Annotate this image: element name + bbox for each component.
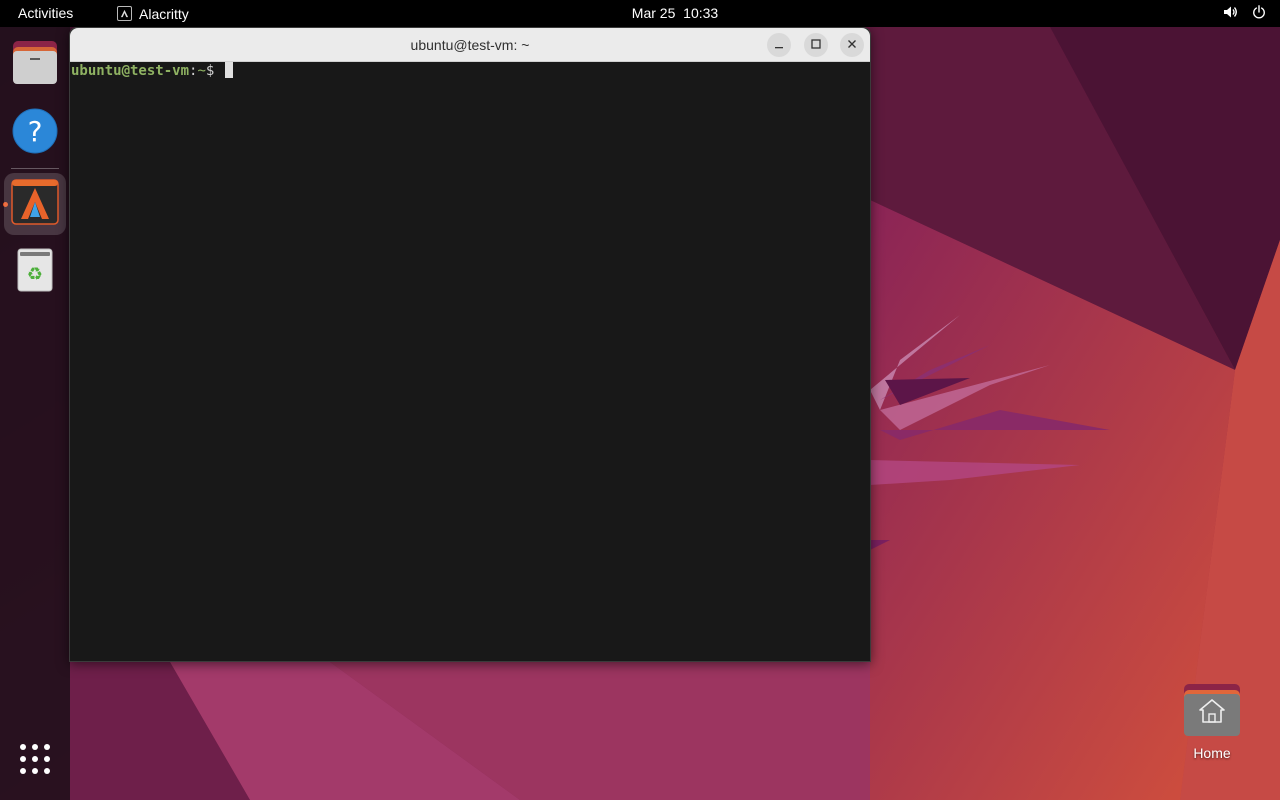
trash-icon: ♻ xyxy=(16,247,54,298)
alacritty-small-icon xyxy=(117,6,132,21)
minimize-button[interactable] xyxy=(767,33,791,57)
minimize-icon xyxy=(774,36,784,54)
clock-button[interactable]: Mar 25 10:33 xyxy=(632,5,718,21)
clock-time: 10:33 xyxy=(683,5,719,21)
window-titlebar[interactable]: ubuntu@test-vm: ~ xyxy=(70,28,870,62)
svg-text:♻: ♻ xyxy=(27,264,43,285)
system-tray[interactable] xyxy=(1222,0,1266,27)
svg-text:?: ? xyxy=(28,115,43,148)
dock: ? ♻ xyxy=(0,27,70,800)
dock-item-help[interactable]: ? xyxy=(4,102,66,164)
prompt-line: ubuntu@test-vm:~$ xyxy=(71,62,869,80)
activities-button[interactable]: Activities xyxy=(18,0,73,27)
prompt-symbol: $ xyxy=(205,63,223,79)
desktop-home-icon[interactable]: Home xyxy=(1176,682,1248,768)
dock-separator xyxy=(11,168,59,169)
app-menu-button[interactable]: Alacritty xyxy=(117,0,189,27)
alacritty-icon xyxy=(11,178,59,230)
show-apps-button[interactable] xyxy=(4,730,66,792)
home-label: Home xyxy=(1193,745,1231,761)
close-icon xyxy=(847,36,857,54)
clock: Mar 25 10:33 xyxy=(0,0,1280,27)
dock-item-alacritty[interactable] xyxy=(4,173,66,235)
prompt-user: ubuntu@test-vm xyxy=(71,63,190,79)
folder-icon xyxy=(11,39,59,90)
grid-icon xyxy=(19,743,51,780)
app-menu-label: Alacritty xyxy=(139,5,189,22)
volume-icon xyxy=(1222,4,1238,23)
maximize-icon xyxy=(811,36,821,54)
terminal-content[interactable]: ubuntu@test-vm:~$ xyxy=(71,62,869,660)
top-bar: Activities Alacritty Mar 25 10:33 xyxy=(0,0,1280,27)
help-icon: ? xyxy=(12,108,58,159)
power-icon xyxy=(1252,5,1266,22)
prompt-path: ~ xyxy=(197,63,206,79)
text-cursor xyxy=(224,62,233,78)
terminal-window: ubuntu@test-vm: ~ ubuntu@test-vm:~$ xyxy=(69,27,871,662)
dock-item-trash[interactable]: ♻ xyxy=(4,241,66,303)
home-folder-icon xyxy=(1184,682,1240,741)
dock-item-files[interactable] xyxy=(4,33,66,95)
maximize-button[interactable] xyxy=(804,33,828,57)
clock-date: Mar 25 xyxy=(631,5,676,21)
close-button[interactable] xyxy=(840,33,864,57)
window-title: ubuntu@test-vm: ~ xyxy=(410,37,530,53)
